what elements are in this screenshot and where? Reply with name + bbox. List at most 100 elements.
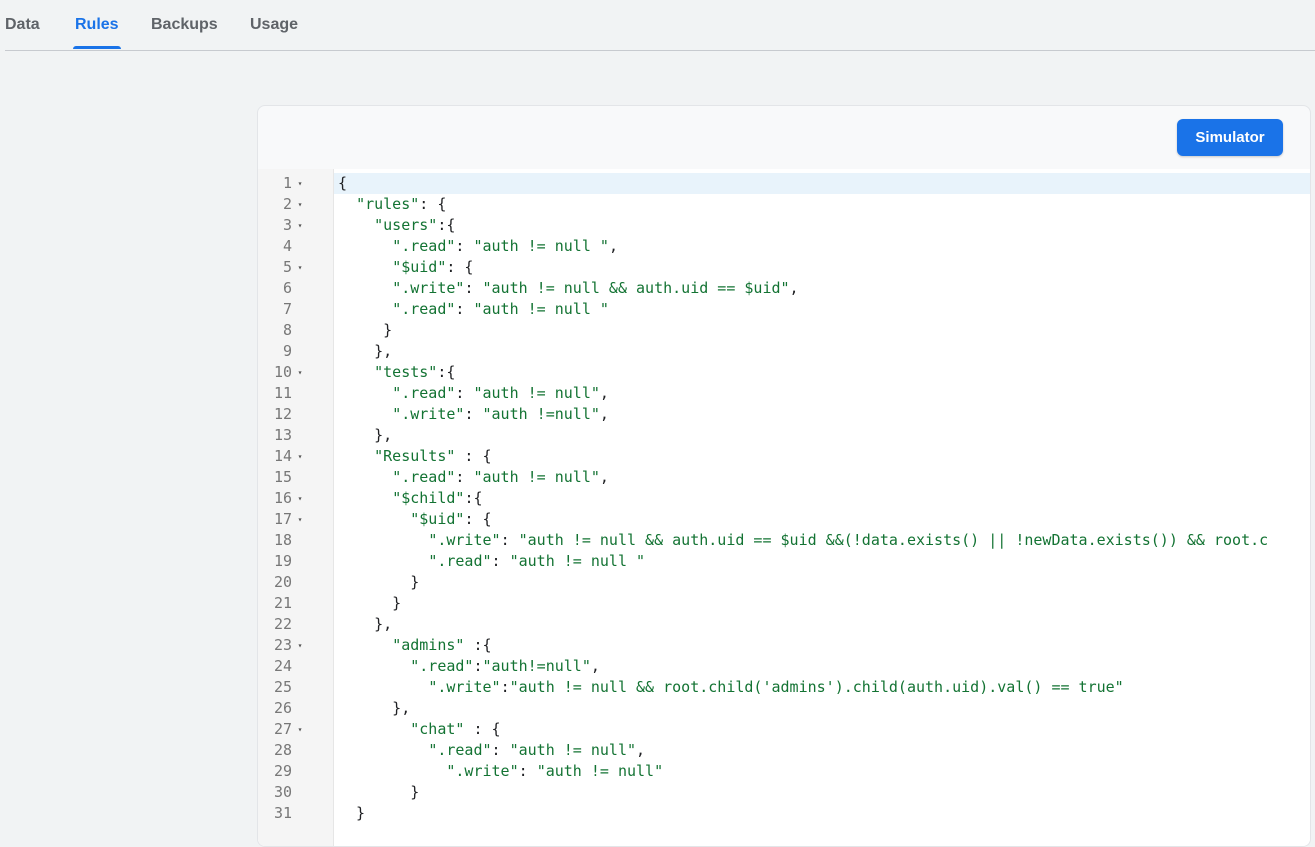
code-line[interactable]: 10 ▾ "tests":{	[258, 362, 1310, 383]
code-line[interactable]: 9 },	[258, 341, 1310, 362]
code-line[interactable]: 2 ▾ "rules": {	[258, 194, 1310, 215]
fold-toggle-icon[interactable]: ▾	[295, 509, 305, 530]
code-text: {	[334, 173, 1310, 194]
code-line[interactable]: 12 ".write": "auth !=null",	[258, 404, 1310, 425]
code-line[interactable]: 21 }	[258, 593, 1310, 614]
line-number: 31	[273, 804, 292, 822]
line-number: 30	[273, 783, 292, 801]
line-number: 4	[282, 237, 292, 255]
code-text: }	[338, 783, 420, 801]
code-line[interactable]: 26 },	[258, 698, 1310, 719]
code-text: ".read": "auth != null",	[428, 741, 646, 759]
line-number: 24	[273, 657, 292, 675]
code-line[interactable]: 29 ".write": "auth != null"	[258, 761, 1310, 782]
code-text: "tests":{	[374, 363, 456, 381]
tab-bar: Data Rules Backups Usage	[0, 0, 1315, 50]
line-number: 21	[273, 594, 292, 612]
tab-data[interactable]: Data	[5, 16, 40, 48]
code-line[interactable]: 23 ▾ "admins" :{	[258, 635, 1310, 656]
code-line[interactable]: 30 }	[258, 782, 1310, 803]
fold-toggle-icon[interactable]: ▾	[295, 173, 305, 194]
line-number: 9	[282, 342, 292, 360]
rules-code-editor[interactable]: 1 ▾{2 ▾ "rules": {3 ▾ "users":{4 ".read": "…	[258, 169, 1310, 846]
code-text: },	[338, 615, 393, 633]
fold-toggle-icon[interactable]: ▾	[295, 635, 305, 656]
code-text: }	[338, 804, 366, 822]
line-number: 19	[273, 552, 292, 570]
code-line[interactable]: 8 }	[258, 320, 1310, 341]
code-text: },	[338, 342, 393, 360]
code-line[interactable]: 28 ".read": "auth != null",	[258, 740, 1310, 761]
line-number: 22	[273, 615, 292, 633]
line-number: 17	[273, 510, 292, 528]
code-line[interactable]: 22 },	[258, 614, 1310, 635]
line-number: 27	[273, 720, 292, 738]
code-line[interactable]: 14 ▾ "Results" : {	[258, 446, 1310, 467]
code-line[interactable]: 6 ".write": "auth != null && auth.uid ==…	[258, 278, 1310, 299]
code-line[interactable]: 13 },	[258, 425, 1310, 446]
code-text: ".read": "auth != null "	[428, 552, 646, 570]
tab-backups[interactable]: Backups	[151, 16, 218, 48]
code-line[interactable]: 19 ".read": "auth != null "	[258, 551, 1310, 572]
code-line[interactable]: 27 ▾ "chat" : {	[258, 719, 1310, 740]
fold-toggle-icon[interactable]: ▾	[295, 719, 305, 740]
simulator-button[interactable]: Simulator	[1177, 119, 1283, 156]
line-number: 26	[273, 699, 292, 717]
code-text: "$uid": {	[392, 258, 474, 276]
code-line[interactable]: 18 ".write": "auth != null && auth.uid =…	[258, 530, 1310, 551]
code-line[interactable]: 17 ▾ "$uid": {	[258, 509, 1310, 530]
line-number: 20	[273, 573, 292, 591]
line-number: 5	[282, 258, 292, 276]
line-number: 2	[282, 195, 292, 213]
code-text: "Results" : {	[374, 447, 492, 465]
code-text: ".write": "auth != null && auth.uid == $…	[428, 531, 1269, 549]
line-number: 25	[273, 678, 292, 696]
code-line[interactable]: 5 ▾ "$uid": {	[258, 257, 1310, 278]
code-text: },	[338, 699, 411, 717]
code-line[interactable]: 24 ".read":"auth!=null",	[258, 656, 1310, 677]
code-text: ".read": "auth != null",	[392, 384, 609, 402]
code-text: "admins" :{	[392, 636, 492, 654]
line-number: 6	[282, 279, 292, 297]
line-number: 16	[273, 489, 292, 507]
tab-rules[interactable]: Rules	[73, 16, 121, 49]
code-text: "$uid": {	[410, 510, 492, 528]
code-text: ".write": "auth != null"	[446, 762, 664, 780]
code-text: }	[338, 321, 393, 339]
code-line[interactable]: 3 ▾ "users":{	[258, 215, 1310, 236]
fold-toggle-icon[interactable]: ▾	[295, 488, 305, 509]
code-line[interactable]: 25 ".write":"auth != null && root.child(…	[258, 677, 1310, 698]
rules-panel: Simulator 1 ▾{2 ▾ "rules": {3 ▾ "users":{4 …	[257, 105, 1311, 847]
line-number: 29	[273, 762, 292, 780]
code-line[interactable]: 15 ".read": "auth != null",	[258, 467, 1310, 488]
line-number: 7	[282, 300, 292, 318]
code-text: "users":{	[374, 216, 456, 234]
code-text: ".read":"auth!=null",	[410, 657, 600, 675]
code-text: },	[338, 426, 393, 444]
code-line[interactable]: 1 ▾ {	[258, 173, 1310, 194]
code-text: ".write": "auth !=null",	[392, 405, 609, 423]
line-number: 10	[273, 363, 292, 381]
code-text: }	[338, 573, 420, 591]
fold-toggle-icon[interactable]: ▾	[295, 215, 305, 236]
code-line[interactable]: 20 }	[258, 572, 1310, 593]
code-line[interactable]: 16 ▾ "$child":{	[258, 488, 1310, 509]
tab-usage[interactable]: Usage	[250, 16, 298, 48]
line-number: 8	[282, 321, 292, 339]
fold-toggle-icon[interactable]: ▾	[295, 194, 305, 215]
code-line[interactable]: 11 ".read": "auth != null",	[258, 383, 1310, 404]
line-number: 1	[282, 174, 292, 192]
code-text: ".write": "auth != null && auth.uid == $…	[392, 279, 799, 297]
fold-toggle-icon[interactable]: ▾	[295, 446, 305, 467]
code-text: ".read": "auth != null ",	[392, 237, 618, 255]
line-number: 18	[273, 531, 292, 549]
code-line[interactable]: 31 }	[258, 803, 1310, 824]
tab-bar-divider	[5, 50, 1315, 51]
fold-toggle-icon[interactable]: ▾	[295, 257, 305, 278]
fold-toggle-icon[interactable]: ▾	[295, 362, 305, 383]
line-number: 3	[282, 216, 292, 234]
code-line[interactable]: 4 ".read": "auth != null ",	[258, 236, 1310, 257]
code-line[interactable]: 7 ".read": "auth != null "	[258, 299, 1310, 320]
line-number: 28	[273, 741, 292, 759]
code-text: "$child":{	[392, 489, 483, 507]
